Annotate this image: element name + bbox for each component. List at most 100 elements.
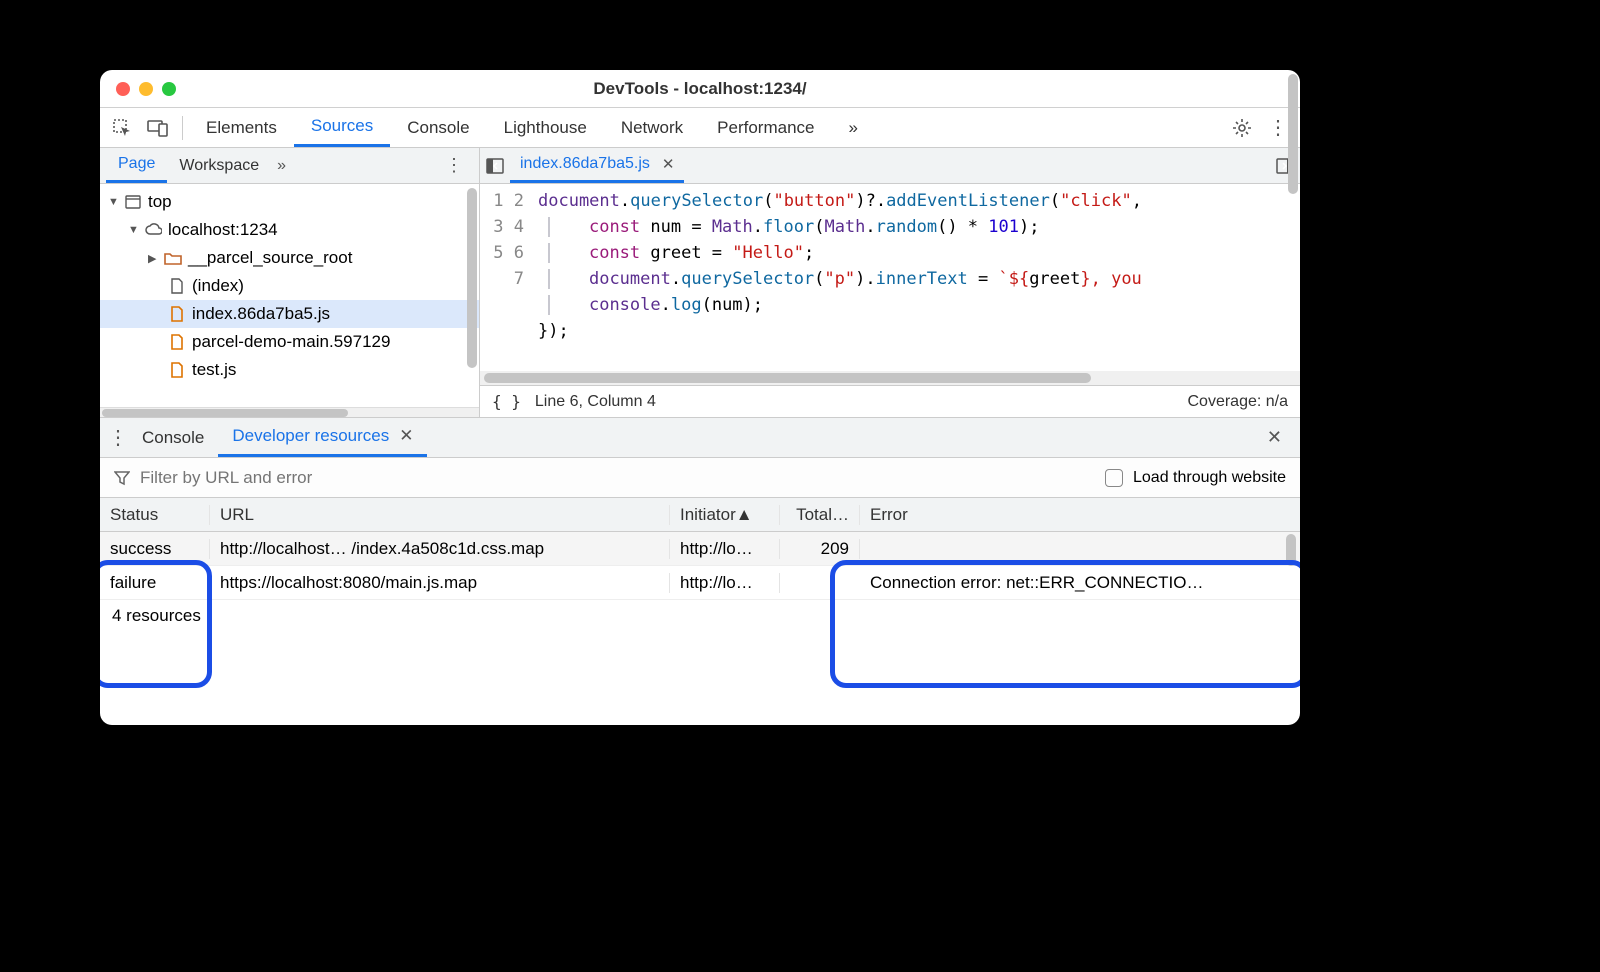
cell-error: Connection error: net::ERR_CONNECTIO… — [860, 573, 1300, 593]
tree-label: top — [148, 192, 172, 212]
filter-bar: Load through website — [100, 458, 1300, 498]
drawer-tab-console[interactable]: Console — [128, 418, 218, 457]
table-header: Status URL Initiator▲ Total… Error — [100, 498, 1300, 532]
devtools-window: DevTools - localhost:1234/ Elements Sour… — [100, 70, 1300, 725]
cell-url: http://localhost… /index.4a508c1d.css.ma… — [210, 539, 670, 559]
tree-scrollbar[interactable] — [467, 188, 477, 368]
titlebar: DevTools - localhost:1234/ — [100, 70, 1300, 108]
coverage-status: Coverage: n/a — [1187, 393, 1288, 411]
tree-file[interactable]: (index) — [100, 272, 479, 300]
table-row[interactable]: success http://localhost… /index.4a508c1… — [100, 532, 1300, 566]
tree-label: __parcel_source_root — [188, 248, 352, 268]
drawer-tab-label: Developer resources — [232, 426, 389, 446]
zoom-window-button[interactable] — [162, 82, 176, 96]
cell-total: 209 — [780, 539, 860, 559]
cloud-icon — [144, 221, 162, 239]
close-drawer-icon[interactable]: ✕ — [1257, 427, 1292, 448]
window-frame-icon — [124, 193, 142, 211]
sources-panel: Page Workspace » ⋮ ▼ top ▼ localhost:123… — [100, 148, 1300, 418]
code-editor: index.86da7ba5.js ✕ 1 2 3 4 5 6 7 docume… — [480, 148, 1300, 417]
col-initiator[interactable]: Initiator▲ — [670, 505, 780, 525]
close-tab-icon[interactable]: ✕ — [389, 426, 413, 446]
cell-status: success — [100, 539, 210, 559]
cell-status: failure — [100, 573, 210, 593]
disclosure-triangle-icon[interactable]: ▼ — [128, 224, 138, 236]
drawer-panel: ⋮ Console Developer resources ✕ ✕ Load t… — [100, 418, 1300, 725]
disclosure-triangle-icon[interactable]: ▶ — [148, 252, 158, 265]
col-status[interactable]: Status — [100, 505, 210, 525]
tabs-overflow[interactable]: » — [832, 108, 875, 147]
filter-input[interactable] — [140, 468, 1095, 488]
cell-url: https://localhost:8080/main.js.map — [210, 573, 670, 593]
device-toolbar-icon[interactable] — [140, 108, 176, 147]
editor-statusbar: { } Line 6, Column 4 Coverage: n/a — [480, 385, 1300, 417]
navigator-sidebar: Page Workspace » ⋮ ▼ top ▼ localhost:123… — [100, 148, 480, 417]
resources-footer: 4 resources — [100, 600, 1300, 632]
resources-table: Status URL Initiator▲ Total… Error succe… — [100, 498, 1300, 600]
traffic-lights — [100, 82, 176, 96]
editor-tab-label: index.86da7ba5.js — [520, 155, 650, 173]
tree-label: localhost:1234 — [168, 220, 278, 240]
editor-tab[interactable]: index.86da7ba5.js ✕ — [510, 148, 684, 183]
tree-file[interactable]: index.86da7ba5.js — [100, 300, 479, 328]
separator — [182, 116, 183, 140]
editor-tabbar: index.86da7ba5.js ✕ — [480, 148, 1300, 184]
load-through-website-label: Load through website — [1133, 469, 1286, 487]
editor-hscrollbar[interactable] — [480, 371, 1300, 385]
file-tree: ▼ top ▼ localhost:1234 ▶ __parcel_source… — [100, 184, 479, 407]
navigator-overflow[interactable]: » — [271, 157, 292, 175]
main-tabbar: Elements Sources Console Lighthouse Netw… — [100, 108, 1300, 148]
js-file-icon — [168, 305, 186, 323]
tree-label: parcel-demo-main.597129 — [192, 332, 390, 352]
settings-icon[interactable] — [1224, 108, 1260, 147]
drawer-tabbar: ⋮ Console Developer resources ✕ ✕ — [100, 418, 1300, 458]
inspect-icon[interactable] — [104, 108, 140, 147]
sidebar-hscrollbar[interactable] — [100, 407, 479, 417]
drawer-menu-icon[interactable]: ⋮ — [108, 425, 128, 450]
col-error[interactable]: Error — [860, 505, 1300, 525]
js-file-icon — [168, 333, 186, 351]
show-navigator-icon[interactable] — [486, 158, 504, 174]
pretty-print-icon[interactable]: { } — [492, 392, 521, 411]
file-icon — [168, 277, 186, 295]
tree-file[interactable]: parcel-demo-main.597129 — [100, 328, 479, 356]
code-lines: document.querySelector("button")?.addEve… — [538, 188, 1300, 371]
tree-host[interactable]: ▼ localhost:1234 — [100, 216, 479, 244]
navigator-tab-workspace[interactable]: Workspace — [167, 148, 271, 183]
close-tab-icon[interactable]: ✕ — [658, 155, 675, 173]
table-row[interactable]: failure https://localhost:8080/main.js.m… — [100, 566, 1300, 600]
load-through-website-checkbox[interactable] — [1105, 469, 1123, 487]
table-scrollbar[interactable] — [1286, 534, 1296, 566]
js-file-icon — [168, 361, 186, 379]
tree-label: (index) — [192, 276, 244, 296]
tree-label: index.86da7ba5.js — [192, 304, 330, 324]
tab-lighthouse[interactable]: Lighthouse — [487, 108, 604, 147]
col-url[interactable]: URL — [210, 505, 670, 525]
cell-initiator: http://lo… — [670, 539, 780, 559]
cursor-position: Line 6, Column 4 — [535, 393, 656, 411]
drawer-tab-devresources[interactable]: Developer resources ✕ — [218, 418, 427, 457]
filter-icon — [114, 470, 130, 486]
code-area[interactable]: 1 2 3 4 5 6 7 document.querySelector("bu… — [480, 184, 1300, 371]
tab-console[interactable]: Console — [390, 108, 486, 147]
editor-vscrollbar[interactable] — [1288, 184, 1298, 194]
disclosure-triangle-icon[interactable]: ▼ — [108, 196, 118, 208]
line-gutter: 1 2 3 4 5 6 7 — [480, 188, 538, 371]
navigator-tabbar: Page Workspace » ⋮ — [100, 148, 479, 184]
col-total[interactable]: Total… — [780, 505, 860, 525]
tree-folder[interactable]: ▶ __parcel_source_root — [100, 244, 479, 272]
tab-network[interactable]: Network — [604, 108, 700, 147]
cell-initiator: http://lo… — [670, 573, 780, 593]
navigator-tab-page[interactable]: Page — [106, 148, 167, 183]
tree-file[interactable]: test.js — [100, 356, 479, 384]
window-title: DevTools - localhost:1234/ — [100, 79, 1300, 99]
tree-top[interactable]: ▼ top — [100, 188, 479, 216]
folder-icon — [164, 249, 182, 267]
minimize-window-button[interactable] — [139, 82, 153, 96]
close-window-button[interactable] — [116, 82, 130, 96]
tab-sources[interactable]: Sources — [294, 108, 390, 147]
navigator-menu-icon[interactable]: ⋮ — [435, 155, 473, 176]
tab-elements[interactable]: Elements — [189, 108, 294, 147]
tab-performance[interactable]: Performance — [700, 108, 831, 147]
tree-label: test.js — [192, 360, 236, 380]
